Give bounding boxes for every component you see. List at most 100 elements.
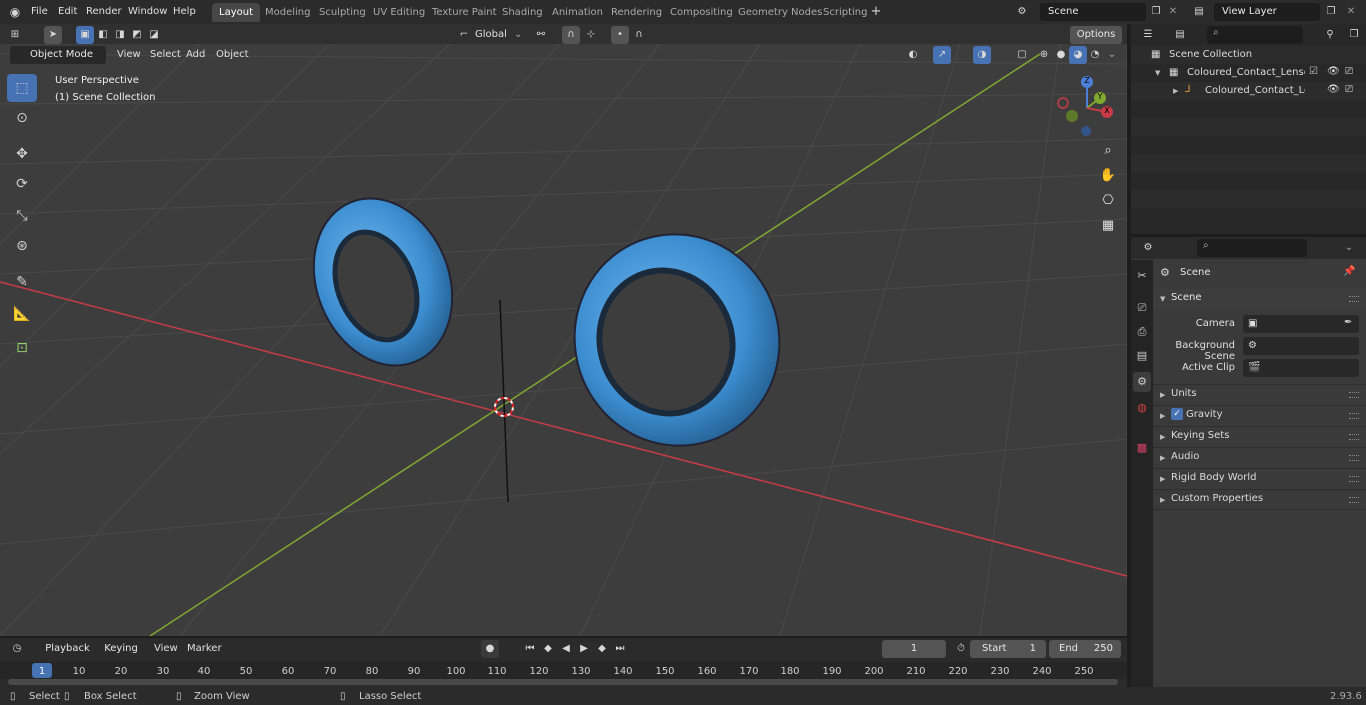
shading-options-chevron-icon[interactable]: ⌄ (1103, 46, 1121, 64)
checkbox-icon[interactable]: ☑ (1309, 66, 1318, 77)
scene-tab-icon[interactable]: ⚙ (1133, 372, 1151, 392)
play-icon[interactable]: ▶ (575, 640, 593, 658)
eyedropper-icon[interactable]: ✒ (1344, 317, 1352, 328)
menu-object[interactable]: Object (216, 47, 249, 63)
transform-tool[interactable]: ⊛ (7, 232, 37, 260)
grid-ortho-icon[interactable]: ▦ (1097, 215, 1119, 237)
options-dropdown[interactable]: Options (1070, 26, 1122, 44)
close-view-layer-icon[interactable]: ✕ (1342, 3, 1360, 21)
measure-tool[interactable]: 📐 (7, 300, 37, 328)
move-tool[interactable]: ✥ (7, 140, 37, 168)
display-mode-icon[interactable]: ▤ (1171, 26, 1189, 44)
snap-target-icon[interactable]: ⊹ (582, 26, 600, 44)
camera-render-icon[interactable]: ⎚ (1345, 66, 1353, 77)
add-workspace-icon[interactable]: + (867, 3, 885, 21)
camera-render-icon[interactable]: ⎚ (1345, 84, 1353, 95)
zoom-icon[interactable]: ⌕ (1097, 140, 1119, 162)
annotate-tool[interactable]: ✎ (7, 268, 37, 296)
select-mode-invert-icon[interactable]: ◩ (128, 26, 146, 44)
current-frame-field[interactable]: 1 (882, 640, 946, 658)
panel-units[interactable]: ▶ Units (1153, 384, 1366, 405)
pin-icon[interactable]: 📌 (1343, 266, 1355, 277)
view-layer-field[interactable]: View Layer (1214, 3, 1320, 21)
3d-viewport[interactable]: Z Y X User Perspective (1) Scene Collect… (0, 44, 1127, 636)
drag-grip-icon[interactable] (1349, 296, 1359, 302)
outliner-editor-icon[interactable]: ☰ (1139, 26, 1157, 44)
lens-left[interactable] (290, 178, 477, 387)
select-box-tool[interactable]: ⬚ (7, 74, 37, 102)
drag-grip-icon[interactable] (1349, 434, 1359, 440)
properties-editor-icon[interactable]: ⚙ (1139, 239, 1157, 257)
panel-keying-sets[interactable]: ▶ Keying Sets (1153, 426, 1366, 447)
outliner-row-collection[interactable]: ▼ ▦ Coloured_Contact_Lenses_Bl ☑ 👁 ⎚ (1131, 64, 1366, 82)
mode-dropdown[interactable]: Object Mode (10, 46, 106, 64)
scale-tool[interactable]: ⤡ (7, 202, 37, 230)
menu-window[interactable]: Window (128, 4, 167, 20)
scene-name-field[interactable]: Scene (1040, 3, 1146, 21)
gravity-checkbox[interactable]: ✓ (1171, 408, 1183, 420)
material-shading-icon[interactable]: ◕ (1069, 46, 1087, 64)
record-icon[interactable]: ● (481, 640, 499, 658)
properties-search-input[interactable] (1197, 239, 1307, 257)
camera-view-icon[interactable]: ⎔ (1097, 190, 1119, 212)
copy-scene-icon[interactable]: ❐ (1147, 3, 1165, 21)
add-cube-tool[interactable]: ⊡ (7, 334, 37, 362)
tab-texture-paint[interactable]: Texture Paint (425, 3, 504, 22)
gizmo-toggle-icon[interactable]: ↗ (933, 46, 951, 64)
visibility-icon[interactable]: ◐ (904, 46, 922, 64)
snap-icon[interactable]: ∩ (562, 26, 580, 44)
drag-grip-icon[interactable] (1349, 455, 1359, 461)
select-tool-icon[interactable]: ➤ (44, 26, 62, 44)
tab-compositing[interactable]: Compositing (663, 3, 740, 22)
world-tab-icon[interactable]: ◍ (1133, 398, 1151, 418)
menu-file[interactable]: File (31, 4, 48, 20)
orientation-icon[interactable]: ⌐ (455, 26, 473, 44)
end-frame-field[interactable]: End 250 (1049, 640, 1121, 658)
drag-grip-icon[interactable] (1349, 392, 1359, 398)
chevron-down-icon[interactable]: ⌄ (1340, 239, 1358, 257)
tab-uv-editing[interactable]: UV Editing (366, 3, 432, 22)
solid-shading-icon[interactable]: ● (1052, 46, 1070, 64)
tab-sculpting[interactable]: Sculpting (312, 3, 373, 22)
camera-field[interactable] (1243, 315, 1359, 333)
start-frame-field[interactable]: Start 1 (970, 640, 1046, 658)
output-tab-icon[interactable]: ⎙ (1133, 322, 1151, 342)
menu-keying[interactable]: Keying (98, 640, 144, 658)
drag-grip-icon[interactable] (1349, 497, 1359, 503)
background-scene-field[interactable] (1243, 337, 1359, 355)
menu-edit[interactable]: Edit (58, 4, 77, 20)
rendered-shading-icon[interactable]: ◔ (1086, 46, 1104, 64)
panel-audio[interactable]: ▶ Audio (1153, 447, 1366, 468)
menu-select[interactable]: Select (150, 47, 181, 63)
menu-playback[interactable]: Playback (40, 640, 95, 658)
jump-end-icon[interactable]: ⏭ (611, 640, 629, 658)
jump-start-icon[interactable]: ⏮ (521, 640, 539, 658)
next-keyframe-icon[interactable]: ◆ (593, 640, 611, 658)
overlay-toggle-icon[interactable]: ◑ (973, 46, 991, 64)
menu-add[interactable]: Add (186, 47, 205, 63)
menu-help[interactable]: Help (173, 4, 196, 20)
tab-geometry-nodes[interactable]: Geometry Nodes (731, 3, 829, 22)
transform-orientation-dropdown[interactable]: Global (475, 27, 507, 43)
menu-timeline-view[interactable]: View (154, 641, 178, 657)
view-layer-tab-icon[interactable]: ▤ (1133, 346, 1151, 366)
cursor-tool[interactable]: ⊙ (7, 104, 37, 132)
tab-shading[interactable]: Shading (495, 3, 550, 22)
menu-marker[interactable]: Marker (187, 641, 222, 657)
tab-animation[interactable]: Animation (545, 3, 610, 22)
texture-tab-icon[interactable]: ▩ (1133, 438, 1151, 458)
menu-render[interactable]: Render (86, 4, 122, 20)
outliner-search-input[interactable] (1207, 26, 1303, 44)
rotate-tool[interactable]: ⟳ (7, 170, 37, 198)
falloff-icon[interactable]: ∩ (630, 26, 648, 44)
stopwatch-icon[interactable]: ⏱ (952, 640, 970, 658)
copy-view-layer-icon[interactable]: ❐ (1322, 3, 1340, 21)
xray-icon[interactable]: ▢ (1013, 46, 1031, 64)
panel-custom-properties[interactable]: ▶ Custom Properties (1153, 489, 1366, 510)
select-mode-extend-icon[interactable]: ◧ (94, 26, 112, 44)
lens-right[interactable] (547, 208, 807, 473)
editor-type-icon[interactable]: ⊞ (6, 26, 24, 44)
prev-keyframe-icon[interactable]: ◆ (539, 640, 557, 658)
pivot-icon[interactable]: ⚯ (532, 26, 550, 44)
proportional-edit-icon[interactable]: • (611, 26, 629, 44)
